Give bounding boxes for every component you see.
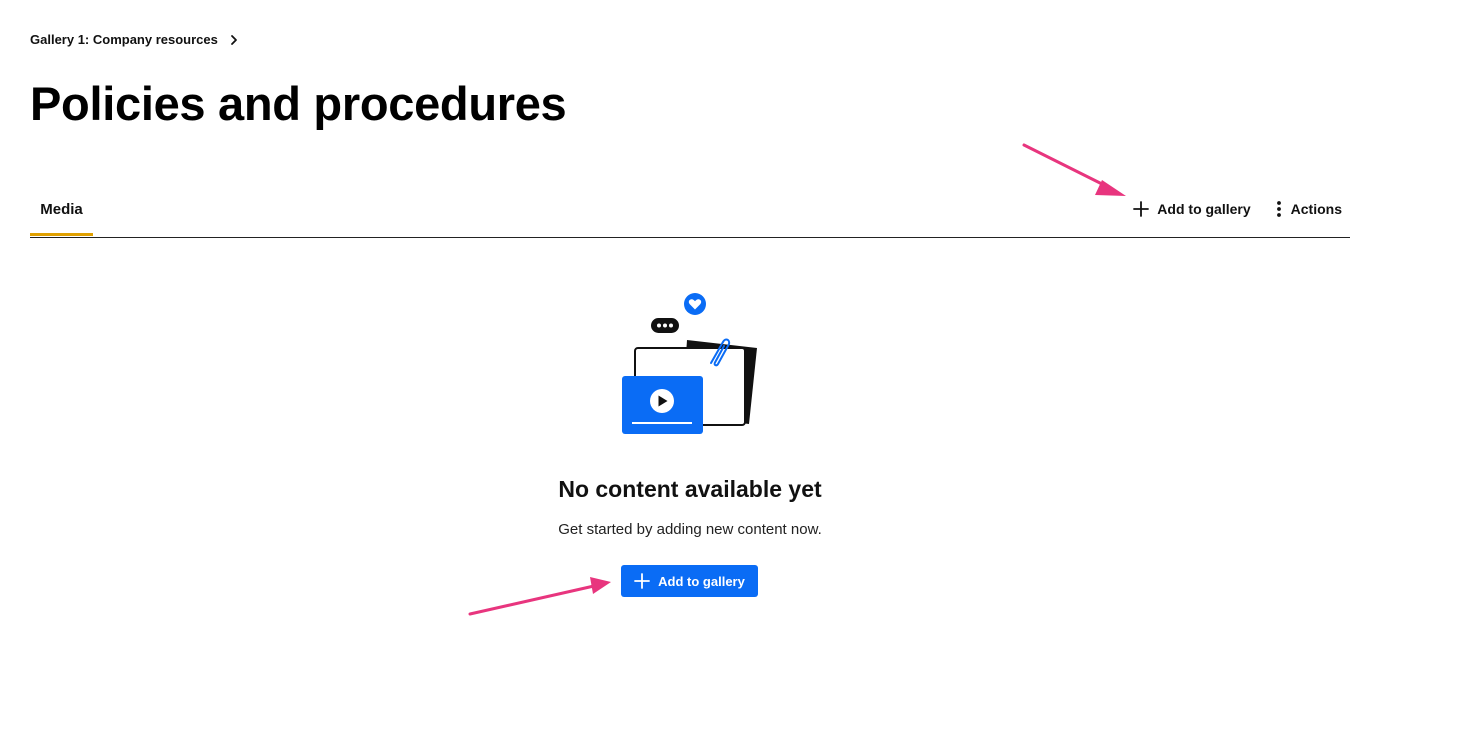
- plus-icon: [634, 573, 651, 589]
- actions-label: Actions: [1290, 201, 1342, 217]
- empty-state-title: No content available yet: [558, 476, 822, 502]
- tab-media-label: Media: [40, 201, 83, 218]
- page-title: Policies and procedures: [30, 77, 567, 130]
- actions-button[interactable]: Actions: [1275, 200, 1342, 218]
- toolbar: Add to gallery Actions: [1133, 200, 1342, 218]
- vertical-ellipsis-icon: [1276, 201, 1281, 217]
- add-to-gallery-primary-label: Add to gallery: [658, 573, 745, 589]
- empty-state-subtitle: Get started by adding new content now.: [558, 521, 822, 538]
- chevron-right-icon: [230, 34, 237, 45]
- add-to-gallery-primary-button[interactable]: Add to gallery: [621, 565, 758, 597]
- annotation-arrow-bottom: [468, 577, 611, 616]
- add-to-gallery-button[interactable]: Add to gallery: [1133, 201, 1251, 217]
- gallery-page: Gallery 1: Company resources Policies an…: [0, 0, 1484, 745]
- tab-media[interactable]: Media: [30, 188, 93, 236]
- tab-selected-indicator: [30, 233, 93, 236]
- plus-icon: [1133, 201, 1150, 217]
- add-to-gallery-label: Add to gallery: [1157, 201, 1251, 217]
- breadcrumb: Gallery 1: Company resources: [30, 32, 240, 47]
- breadcrumb-link-gallery[interactable]: Gallery 1: Company resources: [30, 32, 218, 47]
- tab-bar: Media Add to gallery Actions: [30, 188, 1350, 238]
- media-folder-illustration: [622, 293, 757, 434]
